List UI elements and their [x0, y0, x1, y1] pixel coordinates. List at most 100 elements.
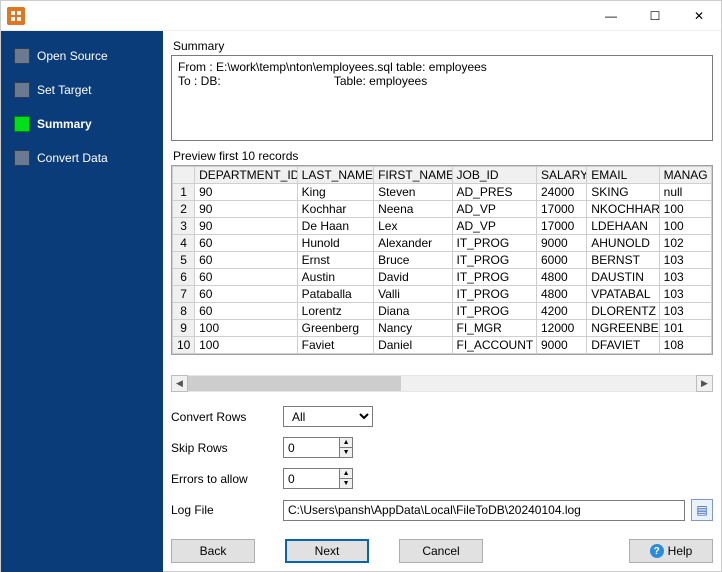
table-row[interactable]: 390De HaanLexAD_VP17000LDEHAAN100: [173, 218, 712, 235]
errors-allow-spinner[interactable]: ▲▼: [283, 468, 353, 489]
table-cell: Hunold: [297, 235, 373, 252]
column-header[interactable]: MANAG: [659, 167, 711, 184]
table-cell: Lex: [374, 218, 452, 235]
column-header[interactable]: EMAIL: [587, 167, 659, 184]
convert-rows-select[interactable]: All: [283, 406, 373, 427]
convert-rows-label: Convert Rows: [171, 410, 283, 424]
sidebar-item-summary[interactable]: Summary: [1, 111, 163, 137]
row-number: 7: [173, 286, 195, 303]
table-cell: AHUNOLD: [587, 235, 659, 252]
close-button[interactable]: ✕: [677, 1, 721, 31]
browse-log-button[interactable]: ▤: [691, 499, 713, 521]
row-number: 8: [173, 303, 195, 320]
table-cell: BERNST: [587, 252, 659, 269]
table-row[interactable]: 560ErnstBruceIT_PROG6000BERNST103: [173, 252, 712, 269]
table-cell: 103: [659, 252, 711, 269]
table-cell: Neena: [374, 201, 452, 218]
table-cell: 102: [659, 235, 711, 252]
table-row[interactable]: 660AustinDavidIT_PROG4800DAUSTIN103: [173, 269, 712, 286]
column-header[interactable]: FIRST_NAME: [374, 167, 452, 184]
table-row[interactable]: 860LorentzDianaIT_PROG4200DLORENTZ103: [173, 303, 712, 320]
skip-rows-spinner[interactable]: ▲▼: [283, 437, 353, 458]
summary-text: From : E:\work\temp\nton\employees.sql t…: [171, 55, 713, 141]
back-button[interactable]: Back: [171, 539, 255, 563]
table-cell: DLORENTZ: [587, 303, 659, 320]
step-bullet-icon: [15, 151, 29, 165]
table-cell: null: [659, 184, 711, 201]
sidebar-item-label: Set Target: [37, 83, 91, 97]
table-cell: IT_PROG: [452, 286, 536, 303]
next-button[interactable]: Next: [285, 539, 369, 563]
app-icon: [7, 7, 25, 25]
skip-rows-input[interactable]: [284, 438, 339, 457]
table-row[interactable]: 460HunoldAlexanderIT_PROG9000AHUNOLD102: [173, 235, 712, 252]
scroll-track[interactable]: [188, 375, 696, 392]
sidebar-item-open-source[interactable]: Open Source: [1, 43, 163, 69]
table-cell: 103: [659, 303, 711, 320]
help-icon: ?: [650, 544, 664, 558]
table-row[interactable]: 290KochharNeenaAD_VP17000NKOCHHAR100: [173, 201, 712, 218]
spin-down-icon[interactable]: ▼: [340, 448, 352, 457]
table-cell: 6000: [536, 252, 586, 269]
table-cell: 108: [659, 337, 711, 354]
table-cell: 60: [195, 303, 298, 320]
table-cell: AD_VP: [452, 218, 536, 235]
step-bullet-icon: [15, 83, 29, 97]
column-header[interactable]: JOB_ID: [452, 167, 536, 184]
row-number: 6: [173, 269, 195, 286]
table-cell: SKING: [587, 184, 659, 201]
table-cell: Nancy: [374, 320, 452, 337]
table-cell: David: [374, 269, 452, 286]
table-cell: IT_PROG: [452, 252, 536, 269]
column-header[interactable]: SALARY: [536, 167, 586, 184]
table-cell: 17000: [536, 201, 586, 218]
row-number: 9: [173, 320, 195, 337]
table-cell: Greenberg: [297, 320, 373, 337]
table-cell: King: [297, 184, 373, 201]
table-cell: 9000: [536, 235, 586, 252]
table-cell: 60: [195, 235, 298, 252]
table-cell: IT_PROG: [452, 303, 536, 320]
column-header[interactable]: DEPARTMENT_ID: [195, 167, 298, 184]
scroll-left-icon[interactable]: ◀: [171, 375, 188, 392]
horizontal-scrollbar[interactable]: ◀ ▶: [171, 375, 713, 392]
minimize-button[interactable]: —: [589, 1, 633, 31]
sidebar-item-convert-data[interactable]: Convert Data: [1, 145, 163, 171]
scroll-thumb[interactable]: [188, 376, 401, 391]
table-row[interactable]: 760PataballaValliIT_PROG4800VPATABAL103: [173, 286, 712, 303]
table-cell: 17000: [536, 218, 586, 235]
help-button-label: Help: [668, 544, 693, 558]
sidebar-item-label: Summary: [37, 117, 92, 131]
spin-down-icon[interactable]: ▼: [340, 479, 352, 488]
log-file-input[interactable]: [283, 500, 685, 521]
wizard-sidebar: Open Source Set Target Summary Convert D…: [1, 31, 163, 572]
table-cell: 100: [195, 320, 298, 337]
table-cell: 9000: [536, 337, 586, 354]
row-number: 1: [173, 184, 195, 201]
table-cell: FI_ACCOUNT: [452, 337, 536, 354]
table-cell: 100: [659, 201, 711, 218]
column-header[interactable]: LAST_NAME: [297, 167, 373, 184]
spin-up-icon[interactable]: ▲: [340, 469, 352, 479]
scroll-right-icon[interactable]: ▶: [696, 375, 713, 392]
preview-table[interactable]: DEPARTMENT_ID LAST_NAME FIRST_NAME JOB_I…: [171, 165, 713, 355]
table-cell: 100: [659, 218, 711, 235]
table-row[interactable]: 190KingStevenAD_PRES24000SKINGnull: [173, 184, 712, 201]
errors-allow-input[interactable]: [284, 469, 339, 488]
table-cell: Steven: [374, 184, 452, 201]
table-cell: IT_PROG: [452, 269, 536, 286]
table-row[interactable]: 10100FavietDanielFI_ACCOUNT9000DFAVIET10…: [173, 337, 712, 354]
table-cell: AD_PRES: [452, 184, 536, 201]
table-cell: Faviet: [297, 337, 373, 354]
maximize-button[interactable]: ☐: [633, 1, 677, 31]
sidebar-item-set-target[interactable]: Set Target: [1, 77, 163, 103]
row-number: 2: [173, 201, 195, 218]
table-row[interactable]: 9100GreenbergNancyFI_MGR12000NGREENBE101: [173, 320, 712, 337]
step-bullet-icon: [15, 117, 29, 131]
spin-up-icon[interactable]: ▲: [340, 438, 352, 448]
table-cell: 90: [195, 184, 298, 201]
table-cell: IT_PROG: [452, 235, 536, 252]
help-button[interactable]: ? Help: [629, 539, 713, 563]
table-cell: 4800: [536, 286, 586, 303]
cancel-button[interactable]: Cancel: [399, 539, 483, 563]
